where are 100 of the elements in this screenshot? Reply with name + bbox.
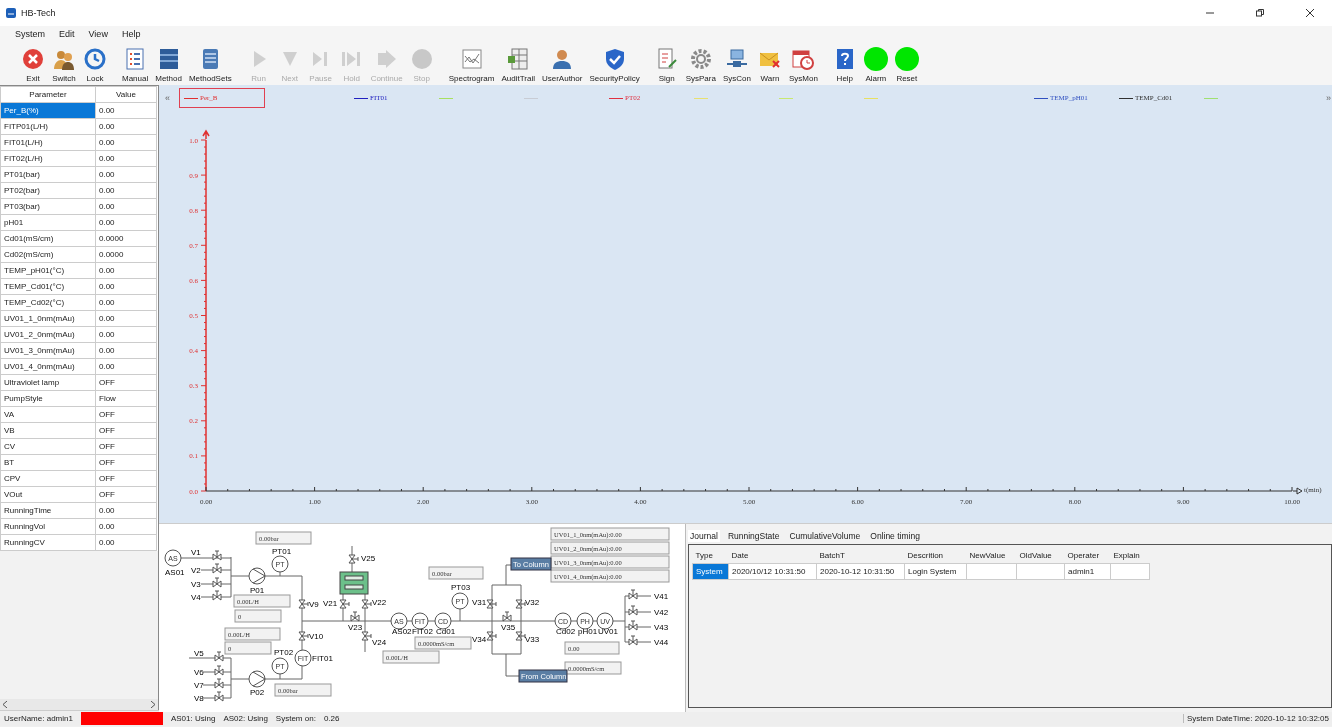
menu-item[interactable]: Help	[121, 28, 141, 39]
sensor-label: PT01	[272, 547, 292, 556]
table-cell[interactable]: UV01_3_0nm(mAu)	[0, 342, 96, 359]
toolbar-button[interactable]: Method	[154, 47, 183, 85]
collapse-button[interactable]: «	[159, 93, 175, 103]
toolbar-button[interactable]: Warn	[756, 47, 783, 85]
tab[interactable]: CumulativeVolume	[787, 530, 863, 542]
valve-symbol	[298, 599, 309, 609]
table-cell[interactable]: System	[692, 563, 729, 580]
valve-label: V42	[654, 608, 669, 617]
table-cell[interactable]: RunningCV	[0, 534, 96, 551]
table-cell: 0.00	[95, 342, 157, 359]
toolbar-button[interactable]: SysCon	[721, 47, 752, 85]
table-icon	[506, 47, 531, 71]
table-cell: 0.00	[95, 534, 157, 551]
table-cell: 0.00	[95, 166, 157, 183]
arrowhead-icon	[202, 129, 210, 140]
table-cell[interactable]: PT02(bar)	[0, 182, 96, 199]
arrowhead-icon	[1292, 487, 1303, 495]
stop-icon	[409, 47, 434, 71]
sensor-label: AS02	[392, 627, 412, 636]
toolbar-button[interactable]: UserAuthor	[540, 47, 584, 85]
horizontal-scrollbar[interactable]	[0, 699, 158, 710]
sensor-label: PT03	[451, 583, 471, 592]
table-cell[interactable]: UV01_1_0nm(mAu)	[0, 310, 96, 327]
toolbar-button[interactable]: Reset	[893, 47, 920, 85]
valve-label: V10	[309, 632, 324, 641]
table-cell[interactable]: Cd02(mS/cm)	[0, 246, 96, 263]
toolbar-button[interactable]: Exit	[20, 47, 46, 85]
valve-symbol	[212, 577, 222, 588]
toolbar-button[interactable]: AuditTrail	[500, 47, 536, 85]
valve-label: V1	[191, 548, 201, 557]
table-cell[interactable]: PT03(bar)	[0, 198, 96, 215]
table-cell[interactable]: FIT02(L/H)	[0, 150, 96, 167]
table-cell: 0.00	[95, 118, 157, 135]
toolbar-button[interactable]: SecurityPolicy	[588, 47, 641, 85]
table-cell[interactable]: TEMP_Cd02(°C)	[0, 294, 96, 311]
table-cell[interactable]: CPV	[0, 470, 96, 487]
valve-symbol	[515, 631, 526, 641]
table-cell[interactable]: RunningVol	[0, 518, 96, 535]
valve-label: V35	[501, 623, 516, 632]
table-cell: OFF	[95, 406, 157, 423]
tab[interactable]: RunningState	[725, 530, 782, 542]
valve-symbol	[339, 599, 350, 609]
toolbar-button[interactable]: SysMon	[787, 47, 819, 85]
sensor-label: FIT01	[312, 654, 333, 663]
valve-label: V3	[191, 580, 201, 589]
table-cell: admin1	[1064, 563, 1111, 580]
table-cell[interactable]: CV	[0, 438, 96, 455]
valve-label: V2	[191, 566, 201, 575]
toolbar-button[interactable]: Lock	[82, 47, 108, 85]
table-cell: 0.00	[95, 134, 157, 151]
table-cell[interactable]: pH01	[0, 214, 96, 231]
valve-label: V31	[472, 598, 487, 607]
valve-symbol	[212, 590, 222, 601]
table-cell[interactable]: UV01_2_0nm(mAu)	[0, 326, 96, 343]
expand-button[interactable]: »	[1320, 93, 1332, 103]
pump-symbol	[248, 670, 266, 688]
menu-item[interactable]: View	[88, 28, 108, 39]
valve-symbol	[628, 620, 638, 631]
table-cell[interactable]: TEMP_Cd01(°C)	[0, 278, 96, 295]
table-cell[interactable]: PT01(bar)	[0, 166, 96, 183]
valve-symbol	[212, 563, 222, 574]
table-cell[interactable]: Cd01(mS/cm)	[0, 230, 96, 247]
table-cell[interactable]: TEMP_pH01(°C)	[0, 262, 96, 279]
sensor-label: UV01	[598, 627, 618, 636]
table-cell[interactable]: Ultraviolet lamp	[0, 374, 96, 391]
column-header: BatchT	[816, 548, 905, 564]
tab[interactable]: Journal	[688, 530, 720, 542]
toolbar-button[interactable]: Manual	[121, 47, 150, 85]
tab[interactable]: Online timing	[868, 530, 922, 542]
table-cell[interactable]: PumpStyle	[0, 390, 96, 407]
menu-item[interactable]: Edit	[59, 28, 75, 39]
toolbar-button[interactable]: SysPara	[684, 47, 717, 85]
close-icon	[21, 47, 45, 71]
table-cell: Login System	[904, 563, 967, 580]
table-cell: 0.00	[95, 214, 157, 231]
table-cell: 0.00	[95, 278, 157, 295]
toolbar-button[interactable]: Help	[831, 47, 858, 85]
table-cell: OFF	[95, 470, 157, 487]
table-cell[interactable]: VOut	[0, 486, 96, 503]
table-cell: 0.00	[95, 102, 157, 119]
column-header: Date	[728, 548, 817, 564]
table-cell[interactable]: RunningTime	[0, 502, 96, 519]
table-cell: 0.00	[95, 294, 157, 311]
sensor-label: Cd01	[436, 627, 456, 636]
menu-item[interactable]: System	[15, 28, 45, 39]
pump-symbol	[248, 567, 266, 585]
table-cell[interactable]: BT	[0, 454, 96, 471]
table-cell[interactable]: VB	[0, 422, 96, 439]
toolbar-button[interactable]: Alarm	[862, 47, 889, 85]
table-cell[interactable]: VA	[0, 406, 96, 423]
column-header: Parameter	[0, 86, 96, 103]
toolbar-button[interactable]: Switch	[51, 47, 77, 85]
toolbar-button[interactable]: Spectrogram	[447, 47, 496, 85]
table-cell[interactable]: FITP01(L/H)	[0, 118, 96, 135]
table-cell[interactable]: FIT01(L/H)	[0, 134, 96, 151]
toolbar-button[interactable]: Sign	[653, 47, 680, 85]
toolbar-button[interactable]: MethodSets	[187, 47, 233, 85]
table-cell[interactable]: UV01_4_0nm(mAu)	[0, 358, 96, 375]
